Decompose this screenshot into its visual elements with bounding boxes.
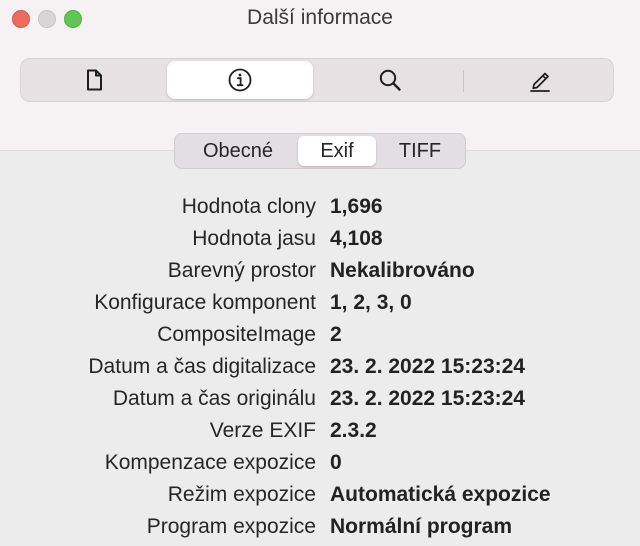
exif-value: Automatická expozice (330, 483, 551, 506)
exif-value: 1, 2, 3, 0 (330, 291, 412, 314)
exif-label: Datum a čas originálu (112, 387, 316, 410)
exif-row: Hodnota clony 1,696 (0, 195, 640, 227)
exif-value: 23. 2. 2022 15:23:24 (330, 387, 525, 410)
magnifier-icon (379, 69, 401, 91)
exif-row: Kompenzace expozice 0 (0, 451, 640, 483)
info-window: Další informace Obecné Exif TIFF Hodnota… (0, 0, 640, 546)
pencil-icon (530, 72, 550, 92)
toolbar-separator (463, 70, 464, 92)
exif-value: 1,696 (330, 195, 383, 218)
exif-row: Program expozice Normální program (0, 515, 640, 546)
tab-general[interactable]: Obecné (179, 136, 297, 166)
inspector-toolbar (20, 58, 614, 102)
exif-value: 0 (330, 451, 342, 474)
exif-value: 4,108 (330, 227, 383, 250)
exif-row: Konfigurace komponent 1, 2, 3, 0 (0, 291, 640, 323)
exif-row: Datum a čas originálu 23. 2. 2022 15:23:… (0, 387, 640, 419)
window-header: Další informace (0, 0, 640, 151)
exif-label: Barevný prostor (167, 259, 316, 282)
exif-label: Konfigurace komponent (94, 291, 316, 314)
exif-value: Nekalibrováno (330, 259, 475, 282)
exif-label: Hodnota jasu (192, 227, 316, 250)
tab-exif[interactable]: Exif (298, 136, 376, 166)
info-icon (228, 68, 252, 92)
exif-value: 2 (330, 323, 342, 346)
general-info-button[interactable] (21, 61, 167, 99)
exif-label: Kompenzace expozice (104, 451, 316, 474)
more-info-button[interactable] (167, 61, 313, 99)
annotation-button[interactable] (467, 61, 613, 99)
document-icon (87, 69, 102, 91)
exif-label: Hodnota clony (181, 195, 316, 218)
exif-row: Režim expozice Automatická expozice (0, 483, 640, 515)
exif-row: Hodnota jasu 4,108 (0, 227, 640, 259)
inspect-button[interactable] (317, 61, 463, 99)
exif-value: 23. 2. 2022 15:23:24 (330, 355, 525, 378)
window-title: Další informace (247, 6, 393, 29)
exif-label: Verze EXIF (209, 419, 316, 442)
metadata-tabs: Obecné Exif TIFF (174, 133, 466, 169)
exif-label: Program expozice (146, 515, 316, 538)
exif-row: Barevný prostor Nekalibrováno (0, 259, 640, 291)
exif-value: Normální program (330, 515, 513, 538)
exif-row: CompositeImage 2 (0, 323, 640, 355)
exif-row: Datum a čas digitalizace 23. 2. 2022 15:… (0, 355, 640, 387)
exif-value: 2.3.2 (330, 419, 377, 442)
exif-label: CompositeImage (157, 323, 316, 346)
exif-label: Datum a čas digitalizace (88, 355, 316, 378)
exif-label: Režim expozice (167, 483, 316, 506)
tab-tiff[interactable]: TIFF (377, 136, 463, 166)
exif-row: Verze EXIF 2.3.2 (0, 419, 640, 451)
